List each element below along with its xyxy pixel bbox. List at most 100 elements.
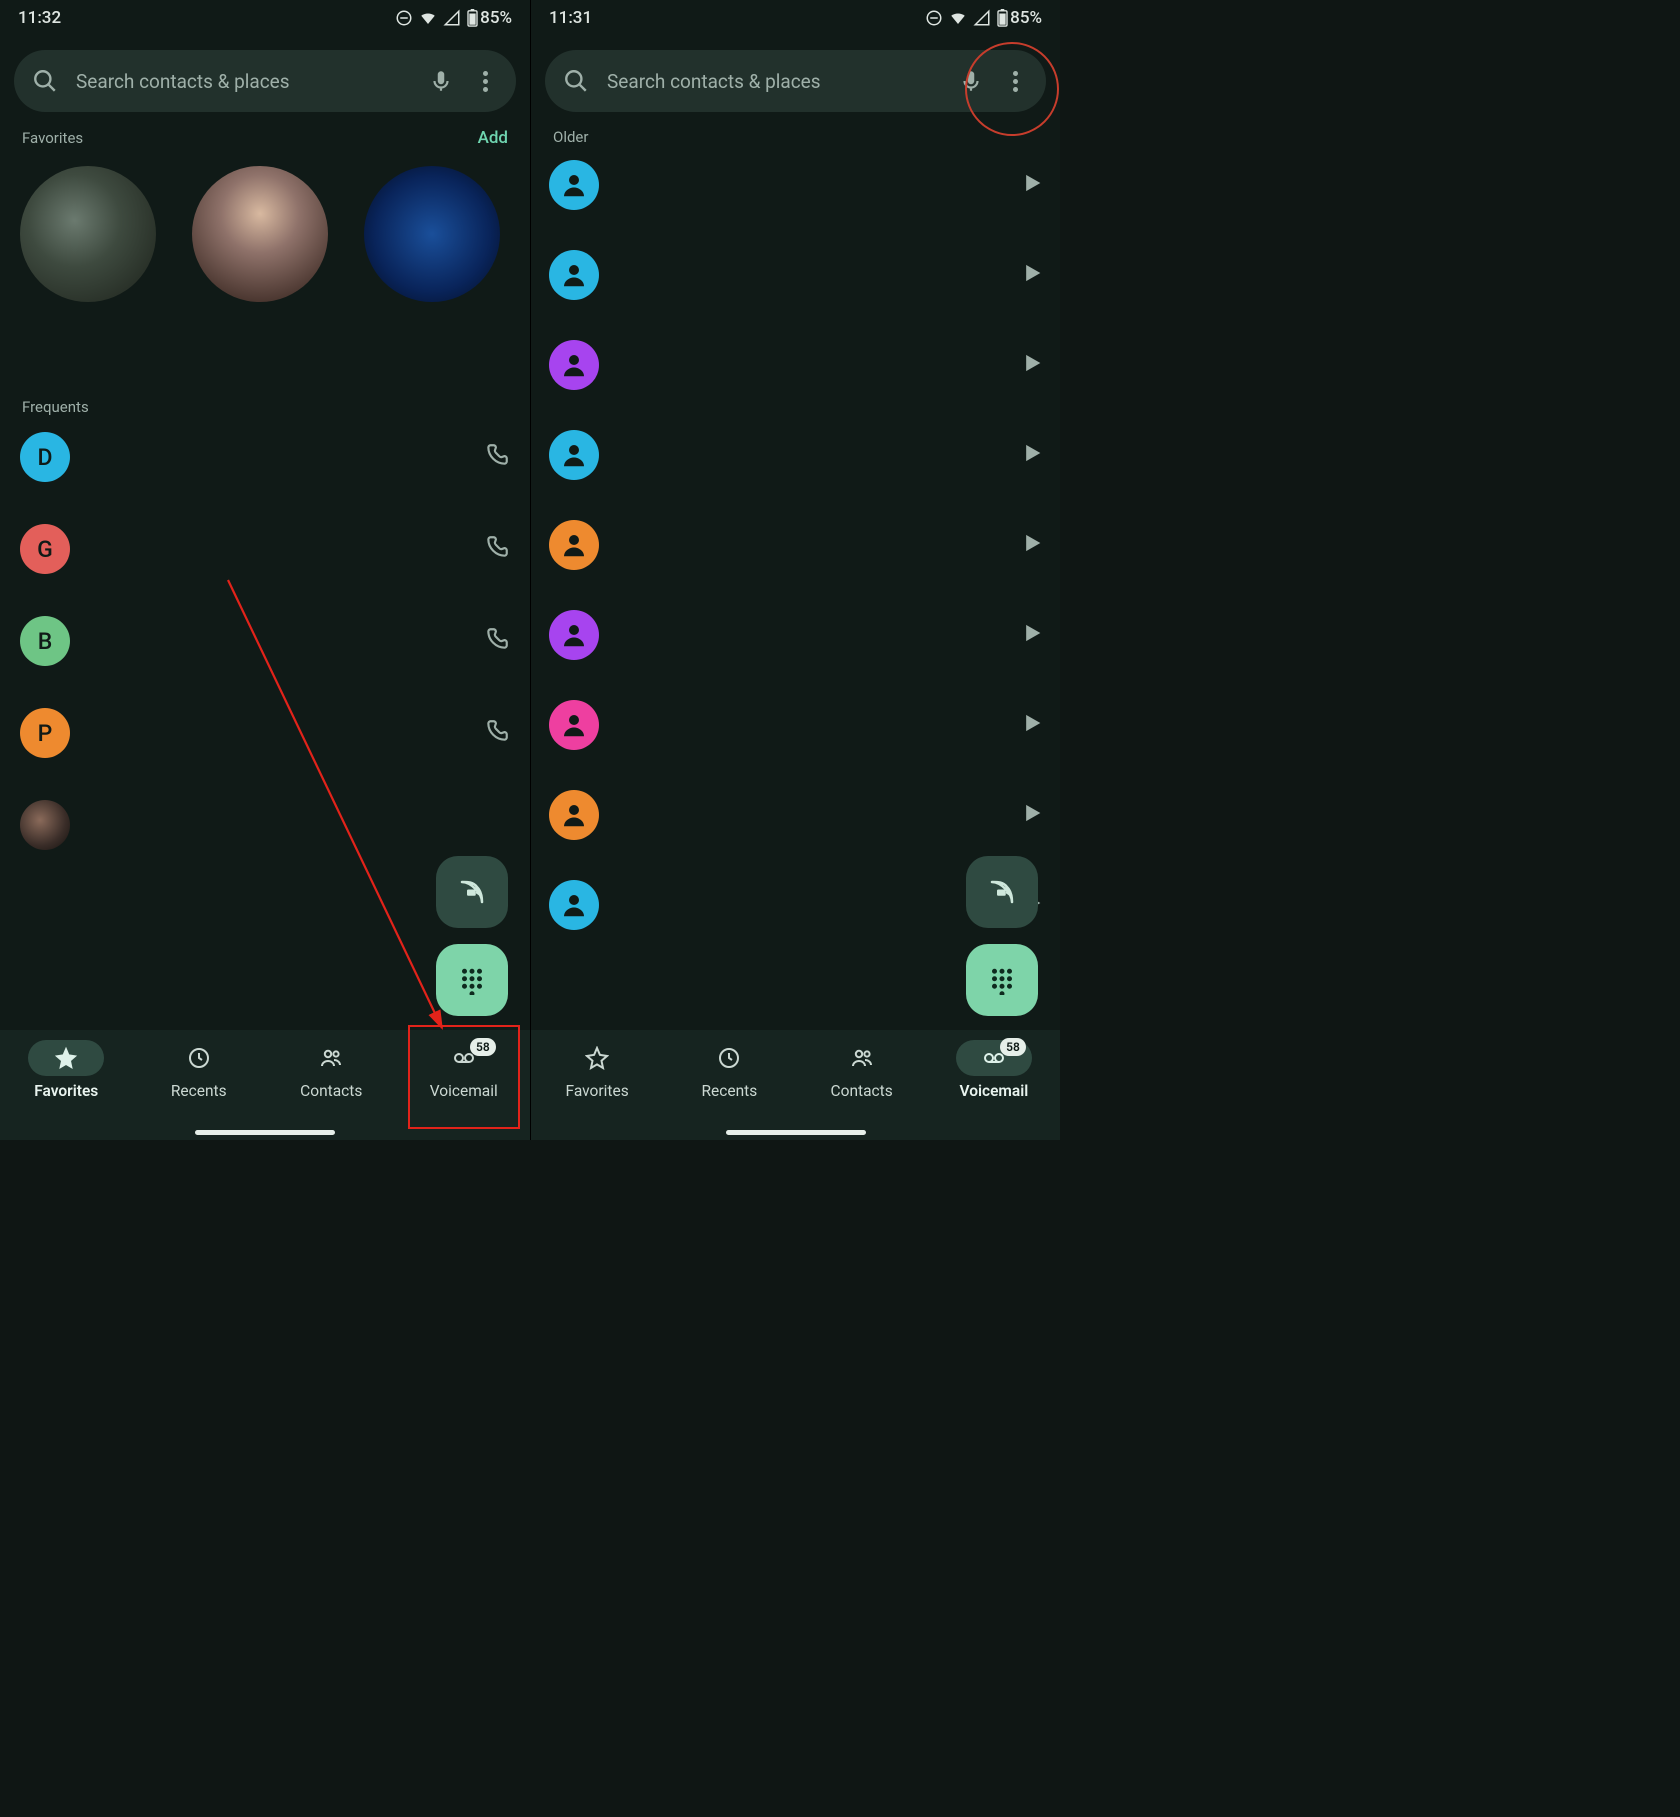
video-icon bbox=[987, 877, 1017, 907]
overflow-menu-icon[interactable] bbox=[472, 71, 498, 92]
bottom-nav: Favorites Recents Contacts 58 Voicemail bbox=[531, 1030, 1060, 1140]
video-call-fab[interactable] bbox=[436, 856, 508, 928]
call-icon[interactable] bbox=[484, 626, 510, 656]
search-placeholder: Search contacts & places bbox=[607, 70, 940, 93]
older-heading: Older bbox=[553, 128, 588, 146]
frequent-item[interactable]: P bbox=[20, 708, 510, 758]
battery-percent: 85% bbox=[480, 8, 512, 28]
frequents-list-extra bbox=[0, 800, 530, 850]
status-icons: 85% bbox=[925, 8, 1042, 28]
clock-icon bbox=[187, 1046, 211, 1070]
battery-percent: 85% bbox=[1010, 8, 1042, 28]
call-icon[interactable] bbox=[484, 718, 510, 748]
signal-icon bbox=[443, 9, 461, 27]
play-icon[interactable] bbox=[1022, 533, 1042, 557]
nav-label: Recents bbox=[702, 1082, 758, 1100]
nav-contacts[interactable]: Contacts bbox=[265, 1040, 398, 1140]
voicemail-item[interactable] bbox=[549, 790, 1042, 840]
bottom-nav: Favorites Recents Contacts 58 Voicemail bbox=[0, 1030, 530, 1140]
search-icon bbox=[563, 68, 589, 94]
voicemail-item[interactable] bbox=[549, 340, 1042, 390]
voicemail-item[interactable] bbox=[549, 610, 1042, 660]
overflow-menu-icon[interactable] bbox=[1002, 71, 1028, 92]
play-icon[interactable] bbox=[1022, 353, 1042, 377]
voicemail-item[interactable] bbox=[549, 520, 1042, 570]
nav-voicemail[interactable]: 58 Voicemail bbox=[928, 1040, 1060, 1140]
star-icon bbox=[585, 1046, 609, 1070]
contact-letter-avatar: D bbox=[20, 432, 70, 482]
nav-label: Favorites bbox=[34, 1082, 98, 1100]
nav-label: Voicemail bbox=[430, 1082, 498, 1100]
frequent-item[interactable] bbox=[20, 800, 510, 850]
nav-favorites[interactable]: Favorites bbox=[0, 1040, 133, 1140]
status-time: 11:32 bbox=[18, 8, 61, 28]
status-icons: 85% bbox=[395, 8, 512, 28]
mic-icon[interactable] bbox=[958, 68, 984, 94]
voicemail-item[interactable] bbox=[549, 430, 1042, 480]
nav-voicemail[interactable]: 58 Voicemail bbox=[398, 1040, 531, 1140]
search-bar[interactable]: Search contacts & places bbox=[545, 50, 1046, 112]
nav-recents[interactable]: Recents bbox=[133, 1040, 266, 1140]
older-header-row: Older bbox=[531, 122, 1060, 154]
search-bar[interactable]: Search contacts & places bbox=[14, 50, 516, 112]
phone-screen-left: 11:32 85% Search contacts & places Favor… bbox=[0, 0, 530, 1140]
mic-icon[interactable] bbox=[428, 68, 454, 94]
video-call-fab[interactable] bbox=[966, 856, 1038, 928]
clock-icon bbox=[717, 1046, 741, 1070]
play-icon[interactable] bbox=[1022, 263, 1042, 287]
contact-avatar bbox=[549, 610, 599, 660]
home-indicator[interactable] bbox=[195, 1130, 335, 1135]
favorite-avatar[interactable] bbox=[192, 166, 328, 302]
call-icon[interactable] bbox=[484, 442, 510, 472]
play-icon[interactable] bbox=[1022, 443, 1042, 467]
voicemail-item[interactable] bbox=[549, 160, 1042, 210]
nav-recents[interactable]: Recents bbox=[663, 1040, 795, 1140]
favorite-avatar[interactable] bbox=[20, 166, 156, 302]
star-icon bbox=[54, 1046, 78, 1070]
contact-avatar bbox=[20, 800, 70, 850]
home-indicator[interactable] bbox=[726, 1130, 866, 1135]
call-icon[interactable] bbox=[484, 534, 510, 564]
contact-avatar bbox=[549, 340, 599, 390]
contact-avatar bbox=[549, 430, 599, 480]
contact-avatar bbox=[549, 250, 599, 300]
contact-avatar bbox=[549, 700, 599, 750]
dialpad-fab[interactable] bbox=[966, 944, 1038, 1016]
signal-icon bbox=[973, 9, 991, 27]
dialpad-icon bbox=[457, 965, 487, 995]
nav-favorites[interactable]: Favorites bbox=[531, 1040, 663, 1140]
contact-letter-avatar: G bbox=[20, 524, 70, 574]
status-bar: 11:31 85% bbox=[531, 0, 1060, 36]
favorites-heading: Favorites bbox=[22, 129, 83, 147]
voicemail-item[interactable] bbox=[549, 250, 1042, 300]
frequent-item[interactable]: B bbox=[20, 616, 510, 666]
frequent-item[interactable]: D bbox=[20, 432, 510, 482]
search-icon bbox=[32, 68, 58, 94]
nav-label: Contacts bbox=[300, 1082, 362, 1100]
wifi-icon bbox=[949, 9, 967, 27]
play-icon[interactable] bbox=[1022, 173, 1042, 197]
people-icon bbox=[850, 1046, 874, 1070]
frequents-heading: Frequents bbox=[22, 398, 89, 416]
play-icon[interactable] bbox=[1022, 713, 1042, 737]
wifi-icon bbox=[419, 9, 437, 27]
search-placeholder: Search contacts & places bbox=[76, 70, 410, 93]
play-icon[interactable] bbox=[1022, 623, 1042, 647]
add-favorite-button[interactable]: Add bbox=[478, 128, 508, 148]
favorites-row bbox=[0, 156, 530, 332]
video-icon bbox=[457, 877, 487, 907]
frequents-list: DGBP bbox=[0, 432, 530, 758]
voicemail-badge: 58 bbox=[470, 1038, 496, 1056]
frequents-header-row: Frequents bbox=[0, 392, 530, 424]
play-icon[interactable] bbox=[1022, 803, 1042, 827]
contact-avatar bbox=[549, 790, 599, 840]
voicemail-list bbox=[531, 160, 1060, 930]
voicemail-item[interactable] bbox=[549, 700, 1042, 750]
contact-avatar bbox=[549, 880, 599, 930]
favorites-header-row: Favorites Add bbox=[0, 122, 530, 156]
nav-contacts[interactable]: Contacts bbox=[796, 1040, 928, 1140]
frequent-item[interactable]: G bbox=[20, 524, 510, 574]
favorite-avatar[interactable] bbox=[364, 166, 500, 302]
dialpad-fab[interactable] bbox=[436, 944, 508, 1016]
contact-letter-avatar: P bbox=[20, 708, 70, 758]
